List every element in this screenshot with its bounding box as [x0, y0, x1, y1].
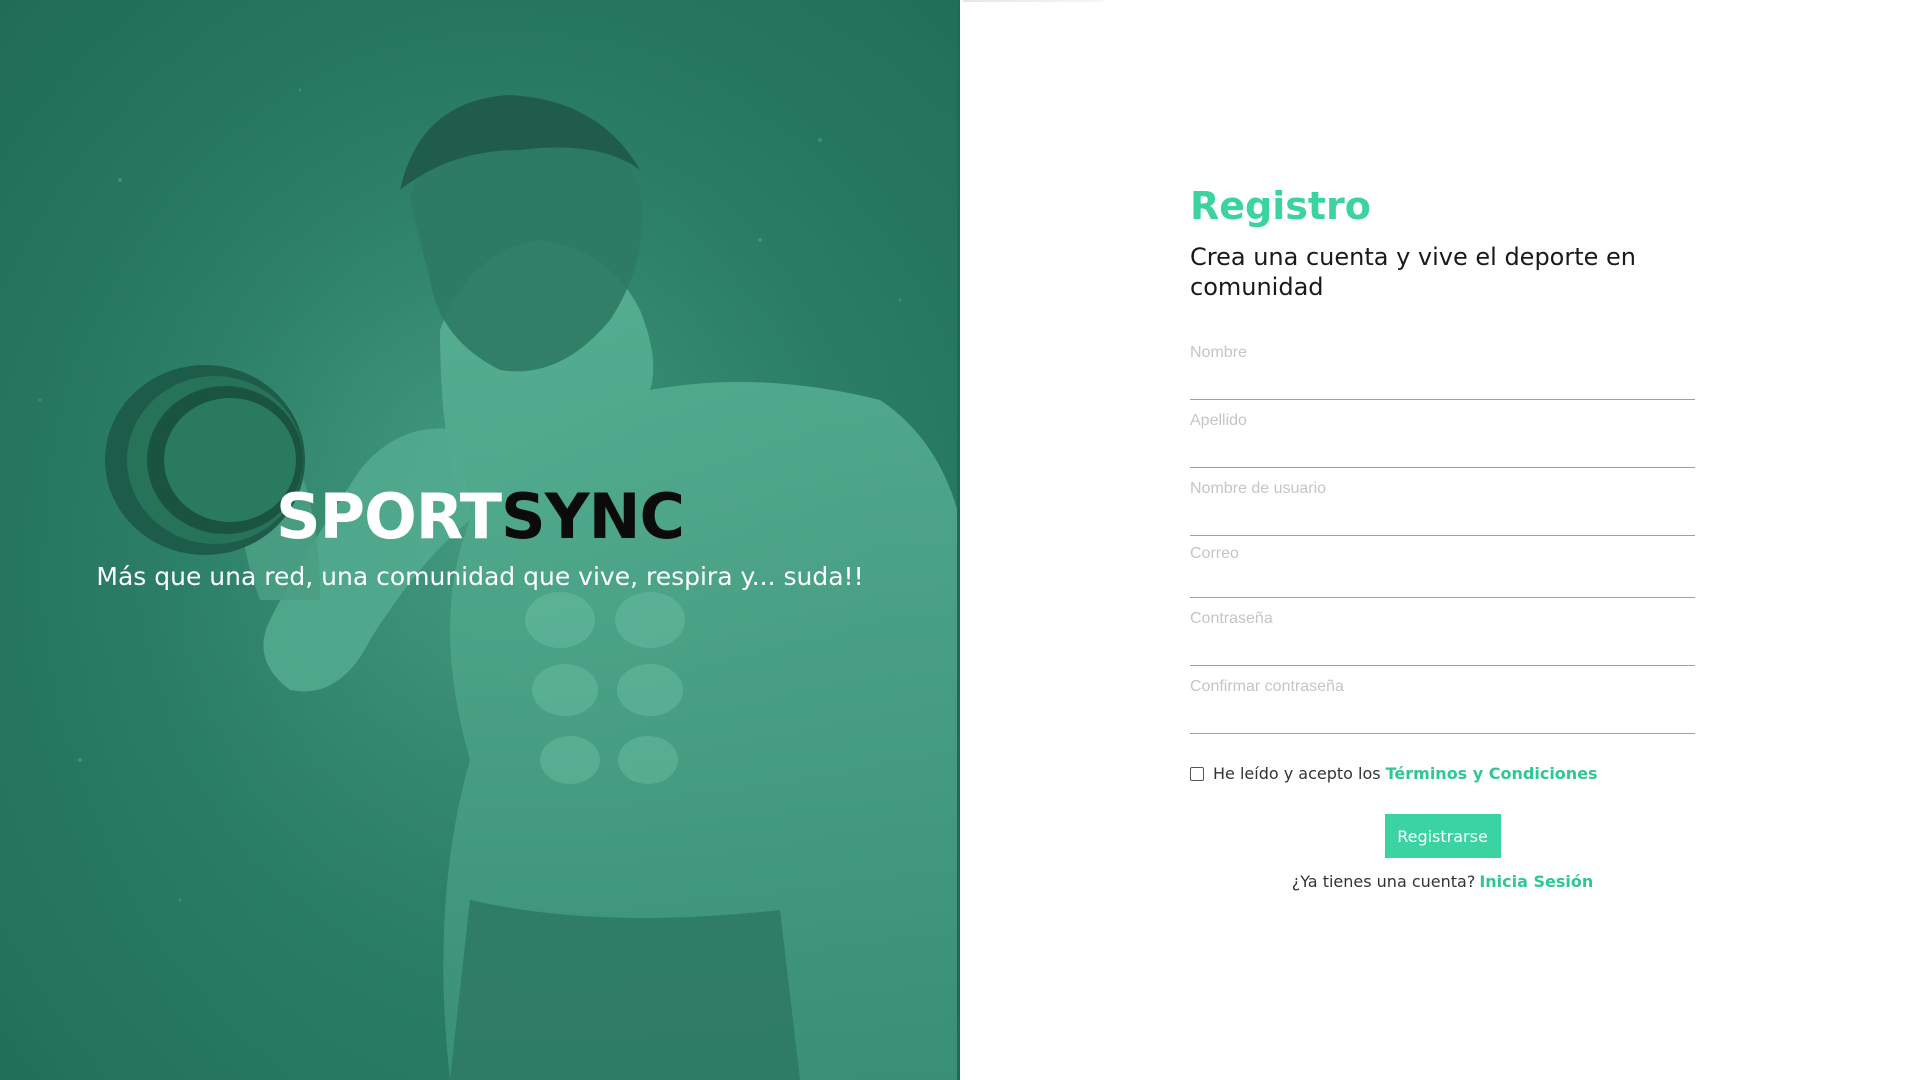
nombre-field-wrap [1190, 332, 1695, 400]
page-title: Registro [1190, 184, 1371, 228]
page-subtitle: Crea una cuenta y vive el deporte en com… [1190, 243, 1637, 301]
hero-panel: SPORTSYNC Más que una red, una comunidad… [0, 0, 960, 1080]
contrasena-field-wrap [1190, 598, 1695, 666]
correo-field-wrap [1190, 536, 1695, 598]
terms-checkbox[interactable] [1190, 766, 1204, 781]
brand-sync: SYNC [501, 480, 685, 553]
brand-logo: SPORTSYNC [0, 486, 957, 548]
register-form: Registro Crea una cuenta y vive el depor… [1190, 180, 1695, 891]
confirmar-field-wrap [1190, 666, 1695, 734]
top-divider [963, 0, 1103, 2]
hero-tagline: Más que una red, una comunidad que vive,… [96, 562, 864, 591]
username-input[interactable] [1190, 479, 1695, 498]
form-fields [1190, 332, 1695, 734]
login-text: ¿Ya tienes una cuenta? [1291, 872, 1476, 891]
nombre-input[interactable] [1190, 343, 1695, 362]
submit-wrap: Registrarse [1190, 814, 1695, 858]
password-input[interactable] [1190, 609, 1695, 628]
login-prompt: ¿Ya tienes una cuenta? Inicia Sesión [1190, 872, 1695, 891]
apellido-field-wrap [1190, 400, 1695, 468]
confirm-password-input[interactable] [1190, 677, 1695, 696]
terms-text: He leído y acepto los [1213, 764, 1381, 783]
apellido-input[interactable] [1190, 411, 1695, 430]
usuario-field-wrap [1190, 468, 1695, 536]
login-link[interactable]: Inicia Sesión [1479, 872, 1593, 891]
terms-link[interactable]: Términos y Condiciones [1386, 764, 1598, 783]
terms-row: He leído y acepto los Términos y Condici… [1190, 764, 1695, 783]
email-input[interactable] [1190, 544, 1695, 563]
register-button[interactable]: Registrarse [1384, 814, 1501, 858]
brand-sport: SPORT [275, 480, 502, 553]
